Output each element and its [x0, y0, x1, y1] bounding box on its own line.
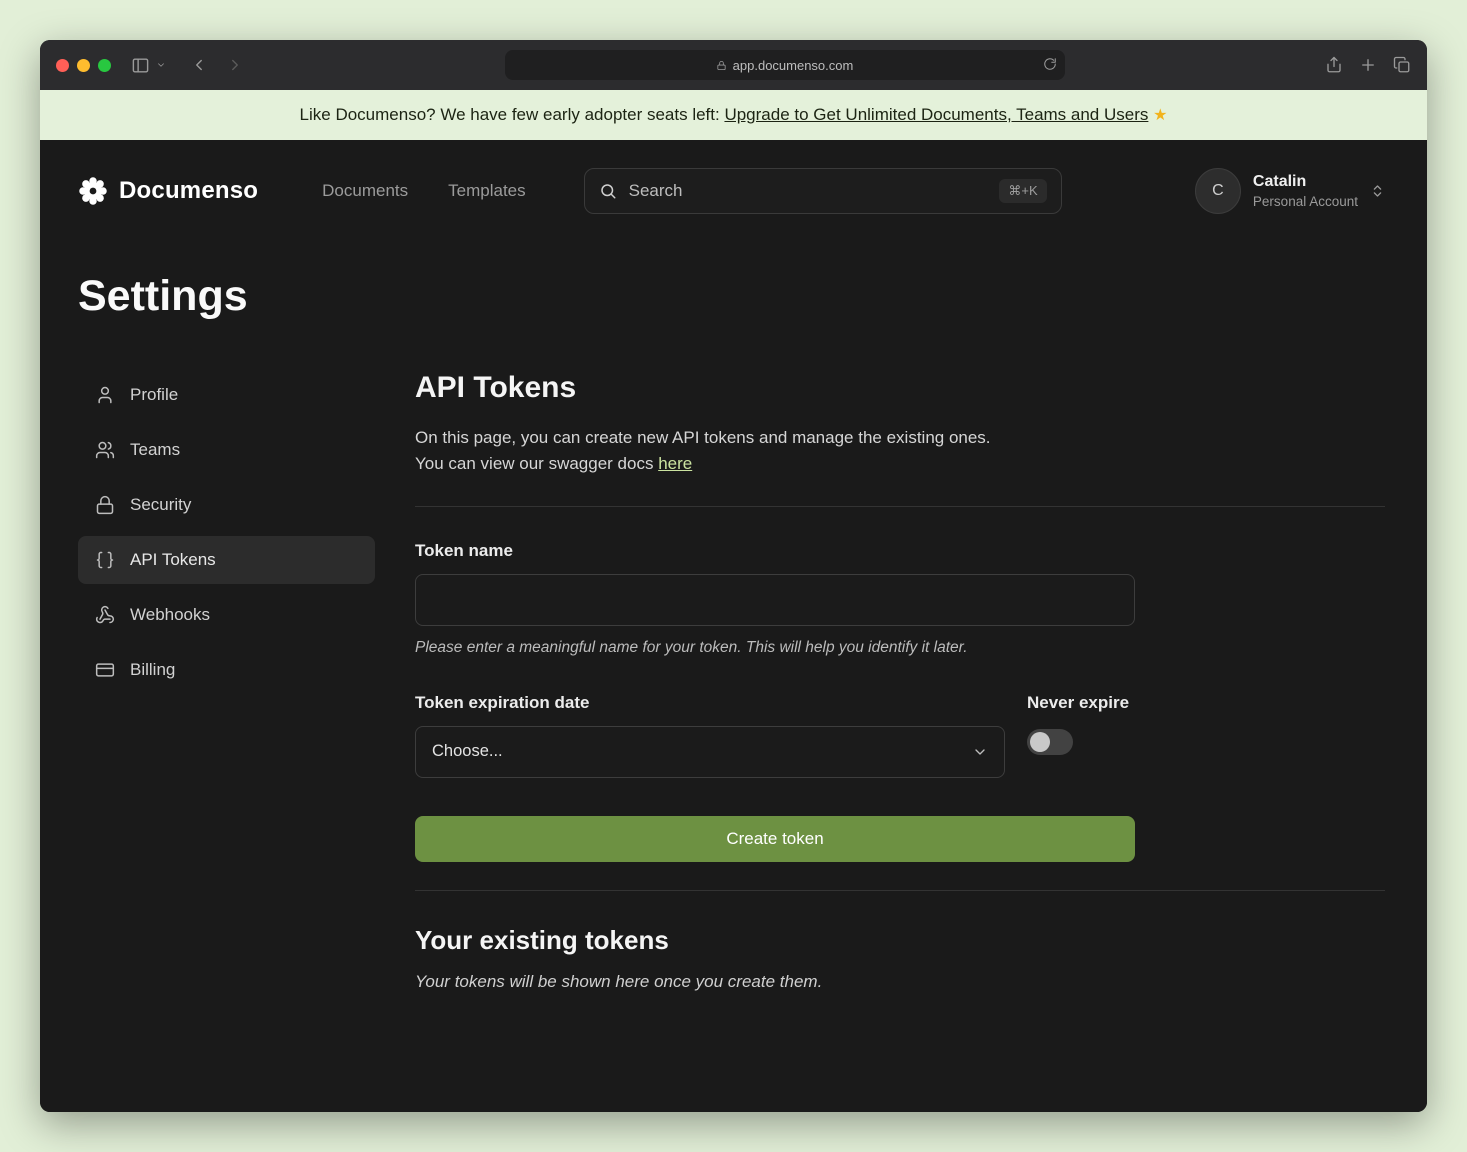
- sidebar-item-label: Security: [130, 495, 191, 515]
- token-name-hint: Please enter a meaningful name for your …: [415, 639, 1385, 657]
- swagger-docs-link[interactable]: here: [658, 454, 692, 473]
- refresh-icon[interactable]: [1043, 57, 1057, 71]
- swagger-line: You can view our swagger docs here: [415, 451, 1385, 477]
- browser-chrome: app.documenso.com: [40, 40, 1427, 90]
- api-tokens-panel: API Tokens On this page, you can create …: [415, 371, 1385, 992]
- sidebar-item-label: Billing: [130, 660, 175, 680]
- sidebar-item-api-tokens[interactable]: API Tokens: [78, 536, 375, 584]
- account-subtitle: Personal Account: [1253, 193, 1358, 211]
- sidebar-item-profile[interactable]: Profile: [78, 371, 375, 419]
- users-icon: [95, 440, 115, 460]
- address-bar[interactable]: app.documenso.com: [505, 50, 1065, 80]
- sidebar-item-teams[interactable]: Teams: [78, 426, 375, 474]
- sidebar-dropdown-icon[interactable]: [156, 60, 166, 70]
- url-text: app.documenso.com: [733, 58, 854, 73]
- app-header: Documenso Documents Templates Search ⌘+K…: [78, 140, 1385, 214]
- never-expire-label: Never expire: [1027, 693, 1135, 713]
- main-nav: Documents Templates: [322, 181, 525, 201]
- sidebar-toggle-icon[interactable]: [131, 56, 150, 75]
- swagger-text: You can view our swagger docs: [415, 454, 658, 473]
- settings-sidebar: Profile Teams Security: [78, 371, 375, 992]
- create-token-button[interactable]: Create token: [415, 816, 1135, 862]
- sidebar-item-security[interactable]: Security: [78, 481, 375, 529]
- star-icon: ★: [1153, 107, 1167, 124]
- sidebar-item-billing[interactable]: Billing: [78, 646, 375, 694]
- expiration-selected-value: Choose...: [432, 742, 503, 761]
- settings-layout: Profile Teams Security: [78, 371, 1385, 992]
- search-input[interactable]: Search ⌘+K: [584, 168, 1062, 214]
- search-icon: [599, 182, 617, 200]
- toggle-knob: [1030, 732, 1050, 752]
- sidebar-item-webhooks[interactable]: Webhooks: [78, 591, 375, 639]
- promo-text: Like Documenso? We have few early adopte…: [300, 105, 725, 124]
- sidebar-item-label: Webhooks: [130, 605, 210, 625]
- section-description: On this page, you can create new API tok…: [415, 425, 1385, 451]
- traffic-lights: [56, 59, 111, 72]
- user-icon: [95, 385, 115, 405]
- divider: [415, 506, 1385, 507]
- token-name-input[interactable]: [415, 574, 1135, 626]
- search-shortcut-badge: ⌘+K: [999, 179, 1046, 203]
- account-menu[interactable]: C Catalin Personal Account: [1195, 168, 1385, 214]
- account-name: Catalin: [1253, 172, 1358, 193]
- page-title: Settings: [78, 272, 1385, 321]
- avatar: C: [1195, 168, 1241, 214]
- sidebar-item-label: API Tokens: [130, 550, 216, 570]
- existing-tokens-hint: Your tokens will be shown here once you …: [415, 972, 1385, 992]
- brand-name: Documenso: [119, 177, 258, 205]
- braces-icon: [95, 550, 115, 570]
- forward-button-icon[interactable]: [226, 56, 244, 74]
- documenso-app: Documenso Documents Templates Search ⌘+K…: [40, 140, 1427, 1112]
- share-icon[interactable]: [1325, 56, 1343, 74]
- expiration-label: Token expiration date: [415, 693, 1005, 713]
- new-tab-icon[interactable]: [1359, 56, 1377, 74]
- close-window-button[interactable]: [56, 59, 69, 72]
- chevron-down-icon: [972, 744, 988, 760]
- sidebar-item-label: Teams: [130, 440, 180, 460]
- zoom-window-button[interactable]: [98, 59, 111, 72]
- webhook-icon: [95, 605, 115, 625]
- existing-tokens-title: Your existing tokens: [415, 925, 1385, 956]
- lock-icon: [95, 495, 115, 515]
- never-expire-toggle[interactable]: [1027, 729, 1073, 755]
- chrome-right-buttons: [1325, 56, 1411, 74]
- brand[interactable]: Documenso: [78, 176, 258, 206]
- expiration-column: Token expiration date Choose...: [415, 693, 1005, 778]
- chevron-up-down-icon: [1370, 182, 1385, 200]
- browser-window: app.documenso.com Like Documenso? We hav…: [40, 40, 1427, 1112]
- nav-documents[interactable]: Documents: [322, 181, 408, 201]
- expiration-select[interactable]: Choose...: [415, 726, 1005, 778]
- tab-overview-icon[interactable]: [1393, 56, 1411, 74]
- minimize-window-button[interactable]: [77, 59, 90, 72]
- expiration-row: Token expiration date Choose... Never ex…: [415, 693, 1135, 778]
- back-button-icon[interactable]: [190, 56, 208, 74]
- promo-banner: Like Documenso? We have few early adopte…: [40, 90, 1427, 140]
- upgrade-link[interactable]: Upgrade to Get Unlimited Documents, Team…: [724, 105, 1148, 124]
- sidebar-item-label: Profile: [130, 385, 178, 405]
- search-placeholder: Search: [629, 181, 683, 201]
- lock-icon: [716, 60, 727, 71]
- documenso-logo-icon: [78, 176, 108, 206]
- nav-templates[interactable]: Templates: [448, 181, 525, 201]
- token-name-label: Token name: [415, 541, 1385, 561]
- divider: [415, 890, 1385, 891]
- credit-card-icon: [95, 660, 115, 680]
- never-expire-column: Never expire: [1027, 693, 1135, 778]
- section-title: API Tokens: [415, 371, 1385, 405]
